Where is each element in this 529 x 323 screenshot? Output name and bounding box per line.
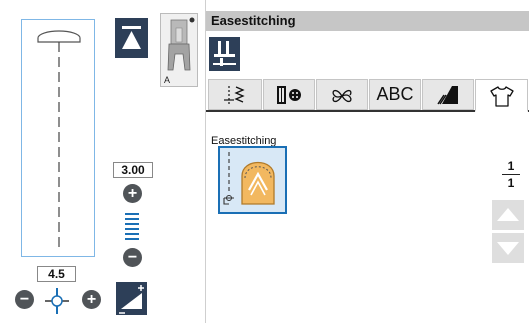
title-bar: Easestitching bbox=[206, 11, 529, 31]
page-title: Easestitching bbox=[211, 13, 296, 28]
presser-foot-icon bbox=[167, 17, 195, 71]
arrow-up-icon bbox=[497, 208, 519, 221]
page-indicator: 1 1 bbox=[500, 159, 522, 190]
page-total: 1 bbox=[507, 176, 515, 190]
adjust-slope-icon bbox=[119, 285, 144, 314]
arrow-down-icon bbox=[497, 242, 519, 255]
tab-utility[interactable] bbox=[208, 79, 262, 110]
stitch-length-icon bbox=[125, 213, 139, 240]
stitch-category-tabs: ABC bbox=[206, 78, 529, 112]
scroll-up-button[interactable] bbox=[492, 200, 524, 230]
stitch-length-plus-button[interactable]: + bbox=[123, 184, 142, 203]
straight-stitch-preview-icon bbox=[37, 30, 81, 248]
left-panel: A 3.00 + − 4.5 − + bbox=[0, 0, 205, 323]
tab-garment[interactable] bbox=[475, 79, 528, 112]
tab-decorative[interactable] bbox=[316, 79, 368, 110]
scroll-down-button[interactable] bbox=[492, 233, 524, 263]
stitch-width-value: 4.5 bbox=[37, 266, 76, 282]
needle-top-icon bbox=[122, 26, 141, 49]
stitch-width-minus-button[interactable]: − bbox=[15, 290, 34, 309]
satin-stitch-icon bbox=[437, 86, 458, 105]
easestitch-sleeve-icon bbox=[223, 152, 275, 205]
stitch-adjust-button[interactable] bbox=[116, 282, 147, 315]
needle-mode-button[interactable] bbox=[209, 37, 240, 71]
decorative-stitch-icon bbox=[332, 89, 352, 103]
utility-stitch-icon bbox=[224, 86, 245, 104]
presser-foot-indicator: A bbox=[160, 13, 198, 87]
stitch-length-value: 3.00 bbox=[113, 162, 153, 178]
top-position-button[interactable] bbox=[115, 18, 148, 58]
presser-foot-letter: A bbox=[164, 75, 171, 85]
tab-buttonhole[interactable] bbox=[263, 79, 315, 110]
stitch-length-minus-button[interactable]: − bbox=[123, 248, 142, 267]
page-current: 1 bbox=[507, 159, 515, 173]
page-fraction-line bbox=[502, 174, 520, 175]
tab-satin[interactable] bbox=[422, 79, 474, 110]
stitch-tile-easestitching[interactable] bbox=[218, 146, 287, 214]
right-panel: Easestitching ABC Easestitching 1 1 bbox=[205, 0, 529, 323]
buttonhole-icon bbox=[277, 86, 301, 104]
tab-alphabet[interactable]: ABC bbox=[369, 79, 421, 110]
stitch-width-plus-button[interactable]: + bbox=[82, 290, 101, 309]
stitch-width-icon bbox=[45, 288, 69, 314]
needle-mode-icon bbox=[213, 41, 236, 66]
garment-icon bbox=[489, 86, 514, 107]
stitch-preview bbox=[21, 19, 95, 257]
